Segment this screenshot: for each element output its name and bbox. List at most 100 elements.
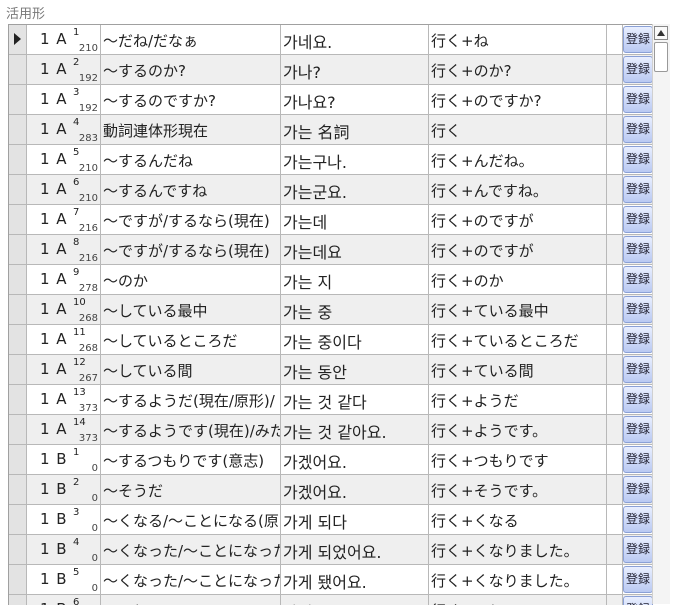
row-selector[interactable] [9, 535, 27, 564]
register-button[interactable]: 登録 [623, 176, 653, 203]
row-selector[interactable] [9, 325, 27, 354]
row-number: 6 [73, 177, 80, 188]
row-selector[interactable] [9, 205, 27, 234]
korean-text: 가나? [283, 63, 321, 82]
register-button[interactable]: 登録 [623, 416, 653, 443]
blank-cell [607, 145, 623, 174]
table-row[interactable]: 1 B 3 0 ～くなる/～ことになる(原 가게 되다 行く+くなる 登録 [9, 505, 653, 535]
register-button[interactable]: 登録 [623, 116, 653, 143]
row-number: 4 [73, 537, 80, 548]
table-row[interactable]: 1 A 12 267 ～している間 가는 동안 行く+ている間 登録 [9, 355, 653, 385]
scroll-up-arrow-icon[interactable] [654, 26, 668, 40]
register-button[interactable]: 登録 [623, 266, 653, 293]
register-button[interactable]: 登録 [623, 26, 653, 53]
korean-cell: 가는 중 [281, 295, 429, 324]
row-selector[interactable] [9, 505, 27, 534]
explanation-text: 行く [431, 122, 462, 140]
row-selector[interactable] [9, 55, 27, 84]
table-row[interactable]: 1 A 13 373 ～するようだ(現在/原形)/ 가는 것 같다 行く+ようだ 登録 [9, 385, 653, 415]
row-selector[interactable] [9, 565, 27, 594]
table-row[interactable]: 1 A 14 373 ～するようです(現在)/みた 가는 것 같아요. 行く+ようです。 登… [9, 415, 653, 445]
row-number: 2 [73, 477, 80, 488]
explanation-cell: 行く+のか [429, 265, 607, 294]
register-button[interactable]: 登録 [623, 356, 653, 383]
register-cell: 登録 [623, 295, 653, 324]
row-selector[interactable] [9, 385, 27, 414]
row-number: 7 [73, 207, 80, 218]
register-button[interactable]: 登録 [623, 326, 653, 353]
row-selector[interactable] [9, 265, 27, 294]
row-number: 5 [73, 147, 80, 158]
explanation-cell: 行く+ているところだ [429, 325, 607, 354]
table-row[interactable]: 1 A 11 268 ～しているところだ 가는 중이다 行く+ているところだ 登録 [9, 325, 653, 355]
blank-cell [607, 355, 623, 384]
korean-text: 가겠어요. [283, 483, 347, 502]
row-selector[interactable] [9, 475, 27, 504]
register-button[interactable]: 登録 [623, 446, 653, 473]
row-selector[interactable] [9, 85, 27, 114]
vertical-scrollbar[interactable] [652, 24, 670, 604]
row-code: 1 B [40, 600, 68, 605]
register-button[interactable]: 登録 [623, 566, 653, 593]
register-cell: 登録 [623, 25, 653, 54]
pattern-text: ～するようです(現在)/みた [103, 422, 281, 440]
row-selector[interactable] [9, 115, 27, 144]
table-row[interactable]: 1 A 6 210 ～するんですね 가는군요. 行く+んですね。 登録 [9, 175, 653, 205]
table-row[interactable]: 1 A 2 192 ～するのか? 가나? 行く+のか? 登録 [9, 55, 653, 85]
table-row[interactable]: 1 A 7 216 ～ですが/するなら(現在) 가는데 行く+のですが 登録 [9, 205, 653, 235]
pattern-cell: ～そうだ [101, 475, 281, 504]
register-cell: 登録 [623, 145, 653, 174]
table-row[interactable]: 1 B 1 0 ～するつもりです(意志) 가겠어요. 行く+つもりです 登録 [9, 445, 653, 475]
korean-text: 가게 되다 [283, 513, 347, 532]
explanation-text: 行く+ようだ [431, 392, 519, 410]
explanation-cell: 行く+くなりました。 [429, 565, 607, 594]
table-row[interactable]: 1 A 4 283 動詞連体形現在 가는 名詞 行く 登録 [9, 115, 653, 145]
register-button[interactable]: 登録 [623, 56, 653, 83]
register-button[interactable]: 登録 [623, 506, 653, 533]
blank-cell [607, 535, 623, 564]
register-button[interactable]: 登録 [623, 146, 653, 173]
korean-text: 가는구나. [283, 153, 347, 172]
register-button[interactable]: 登録 [623, 236, 653, 263]
table-row[interactable]: 1 B 2 0 ～そうだ 가겠어요. 行く+そうです。 登録 [9, 475, 653, 505]
table-row[interactable]: 1 A 10 268 ～している最中 가는 중 行く+ている最中 登録 [9, 295, 653, 325]
korean-text: 가는 것 같아요. [283, 423, 387, 442]
table-row[interactable]: 1 A 5 210 ～するんだね 가는구나. 行く+んだね。 登録 [9, 145, 653, 175]
korean-text: 가는 지 [283, 273, 333, 292]
explanation-cell: 行く+くなる [429, 505, 607, 534]
scrollbar-thumb[interactable] [654, 42, 668, 72]
row-selector[interactable] [9, 355, 27, 384]
row-selector[interactable] [9, 445, 27, 474]
pattern-text: ～しているところだ [103, 332, 238, 350]
register-button[interactable]: 登録 [623, 86, 653, 113]
register-button[interactable]: 登録 [623, 386, 653, 413]
table-row[interactable]: 1 A 1 210 ～だね/だなぁ 가네요. 行く+ね 登録 [9, 25, 653, 55]
register-cell: 登録 [623, 355, 653, 384]
row-selector[interactable] [9, 175, 27, 204]
explanation-text: 行く+くなりました。 [431, 572, 579, 590]
explanation-text: 行く+つもりです [431, 452, 549, 470]
register-button[interactable]: 登録 [623, 476, 653, 503]
table-row[interactable]: 1 A 3 192 ～するのですか? 가나요? 行く+のですか? 登録 [9, 85, 653, 115]
register-button[interactable]: 登録 [623, 206, 653, 233]
table-row[interactable]: 1 B 5 0 ～くなった/～ことになった 가게 됐어요. 行く+くなりました。 登録 [9, 565, 653, 595]
id-cell: 1 B 20 [27, 475, 101, 504]
row-code: 1 B [40, 510, 68, 528]
register-button[interactable]: 登録 [623, 296, 653, 323]
explanation-cell: 行く+のですが [429, 235, 607, 264]
table-row[interactable]: 1 B 4 0 ～くなった/～ことになった 가게 되었어요. 行く+くなりました。 登録 [9, 535, 653, 565]
row-frequency: 283 [78, 133, 98, 144]
table-row[interactable]: 1 A 8 216 ～ですが/するなら(現在) 가는데요 行く+のですが 登録 [9, 235, 653, 265]
row-frequency: 216 [78, 223, 98, 234]
row-frequency: 0 [91, 583, 98, 594]
row-selector[interactable] [9, 415, 27, 444]
row-selector[interactable] [9, 145, 27, 174]
register-button[interactable]: 登録 [623, 536, 653, 563]
explanation-text: 行く+ている最中 [431, 302, 549, 320]
table-row[interactable]: 1 A 9 278 ～のか 가는 지 行く+のか 登録 [9, 265, 653, 295]
row-selector-current-arrow-icon[interactable] [9, 25, 27, 54]
row-selector[interactable] [9, 295, 27, 324]
pattern-text: 動詞連体形現在 [103, 122, 209, 140]
row-selector[interactable] [9, 235, 27, 264]
explanation-text: 行く+くなる [431, 512, 519, 530]
